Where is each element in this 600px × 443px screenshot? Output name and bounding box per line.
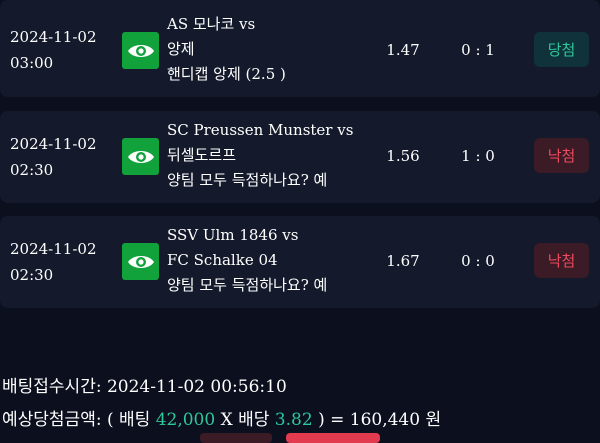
- match-teams-home: SC Preussen Munster vs: [167, 121, 354, 139]
- match-teams-away: FC Schalke 04: [167, 251, 278, 269]
- primary-action-button[interactable]: [286, 433, 380, 443]
- bet-datetime: 2024-11-02 03:00: [10, 24, 100, 76]
- eye-icon: [127, 150, 154, 163]
- bet-date: 2024-11-02: [10, 28, 97, 46]
- bet-time-line: 배팅접수시간: 2024-11-02 00:56:10: [2, 372, 287, 397]
- total-odds: 3.82: [274, 410, 313, 430]
- bet-date: 2024-11-02: [10, 240, 97, 258]
- result-badge: 낙첨: [534, 243, 589, 278]
- bet-odds: 1.56: [386, 147, 420, 165]
- bet-row: 2024-11-02 02:30 SSV Ulm 1846 vs FC Scha…: [0, 216, 600, 308]
- match-teams-home: SSV Ulm 1846 vs: [167, 226, 299, 244]
- result-badge: 낙첨: [534, 138, 589, 173]
- secondary-action-button[interactable]: [200, 433, 272, 443]
- match-teams-away: 뒤셀도르프: [167, 146, 237, 164]
- bet-time-label: 배팅접수시간:: [2, 377, 102, 397]
- match-teams-home: AS 모나코 vs: [167, 15, 256, 33]
- view-button[interactable]: [122, 138, 159, 175]
- bet-market: 핸디캡 앙제 (2.5 ): [167, 65, 286, 83]
- bet-time: 02:30: [10, 266, 54, 284]
- bet-row: 2024-11-02 02:30 SC Preussen Munster vs …: [0, 111, 600, 203]
- stake-amount: 42,000: [155, 410, 216, 430]
- bet-odds: 1.67: [386, 252, 420, 270]
- odds-multiplier-label: X 배당: [220, 410, 270, 430]
- bet-market: 양팀 모두 득점하나요? 예: [167, 276, 328, 294]
- eye-icon: [127, 44, 154, 57]
- bet-date: 2024-11-02: [10, 135, 97, 153]
- result-badge: 당첨: [534, 32, 589, 67]
- view-button[interactable]: [122, 32, 159, 69]
- expected-payout-line: 예상당첨금액: ( 배팅 42,000 X 배당 3.82 ) = 160,44…: [2, 405, 441, 430]
- match-score: 1 : 0: [461, 147, 495, 165]
- match-info: SSV Ulm 1846 vs FC Schalke 04 양팀 모두 득점하나…: [167, 223, 372, 298]
- bet-datetime: 2024-11-02 02:30: [10, 131, 100, 183]
- match-score: 0 : 0: [461, 252, 495, 270]
- bet-time: 02:30: [10, 161, 54, 179]
- bet-datetime: 2024-11-02 02:30: [10, 236, 100, 288]
- bet-market: 양팀 모두 득점하나요? 예: [167, 171, 328, 189]
- match-info: SC Preussen Munster vs 뒤셀도르프 양팀 모두 득점하나요…: [167, 118, 372, 193]
- bet-time-value: 2024-11-02 00:56:10: [106, 377, 287, 397]
- view-button[interactable]: [122, 243, 159, 280]
- bet-row: 2024-11-02 03:00 AS 모나코 vs 앙제 핸디캡 앙제 (2.…: [0, 0, 600, 97]
- bet-odds: 1.47: [386, 41, 420, 59]
- match-info: AS 모나코 vs 앙제 핸디캡 앙제 (2.5 ): [167, 12, 372, 87]
- match-score: 0 : 1: [461, 41, 495, 59]
- payout-prefix: 예상당첨금액: ( 배팅: [2, 410, 151, 430]
- bet-time: 03:00: [10, 54, 54, 72]
- match-teams-away: 앙제: [167, 40, 195, 58]
- payout-total: ) = 160,440 원: [318, 410, 442, 430]
- eye-icon: [127, 255, 154, 268]
